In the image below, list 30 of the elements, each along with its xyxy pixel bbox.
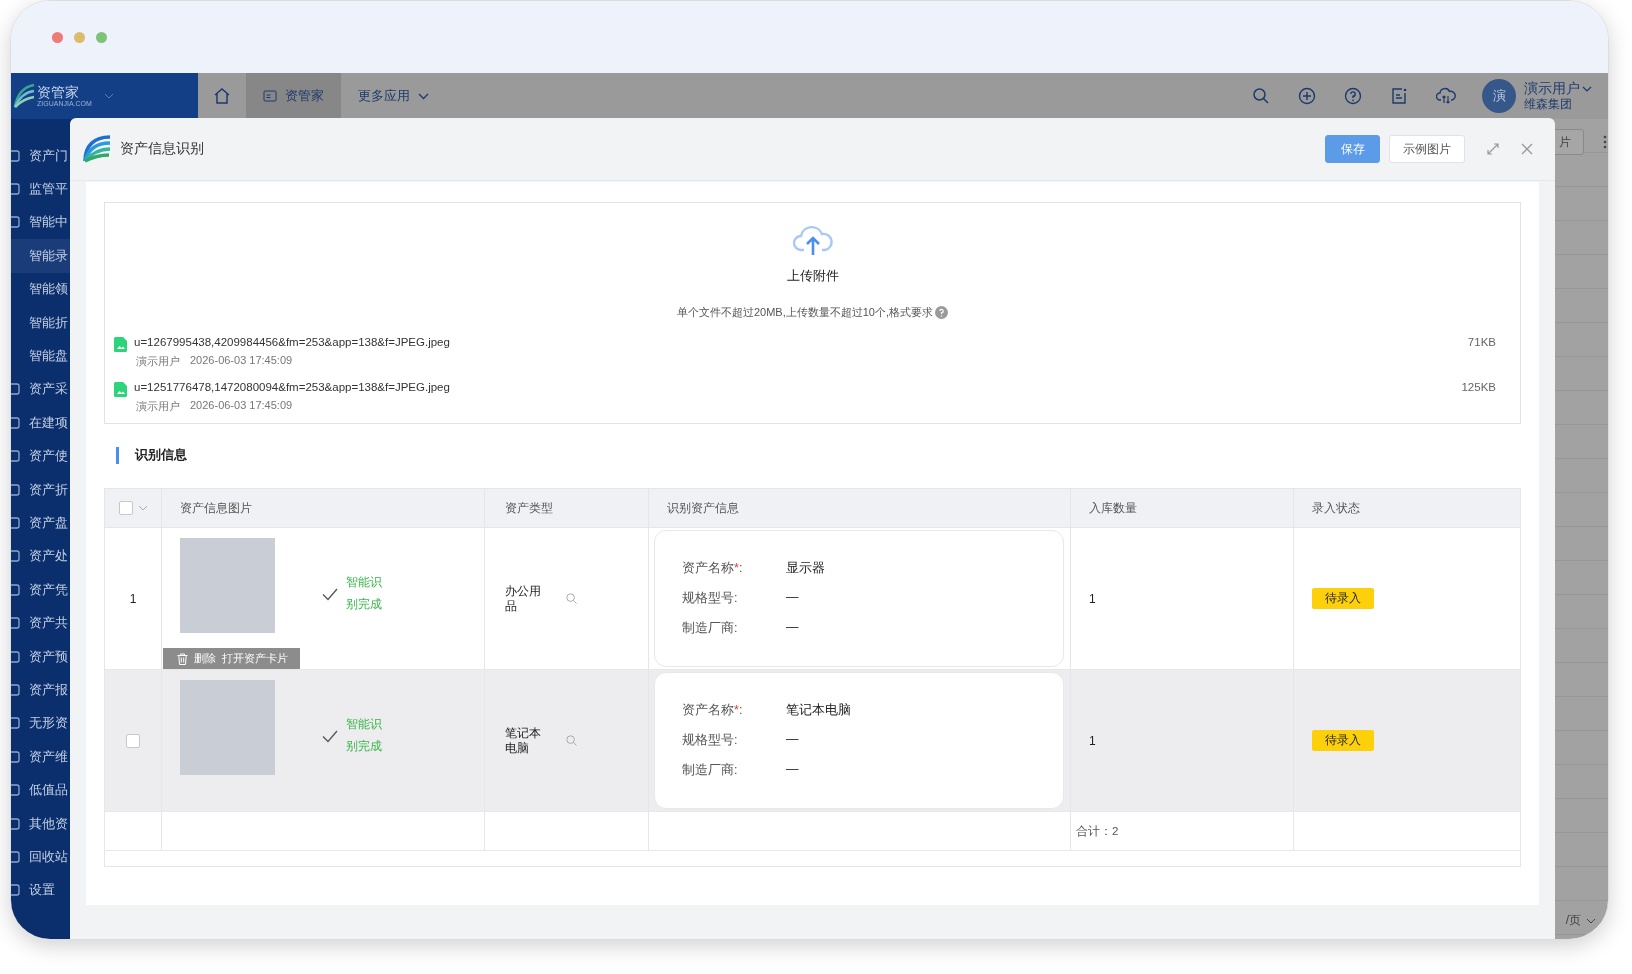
uploader-name: 演示用户 (136, 399, 180, 414)
uploader-name: 演示用户 (136, 354, 180, 369)
section-title: 识别信息 (135, 446, 187, 464)
upload-hint: 单个文件不超过20MB,上传数量不超过10个,格式要求 (676, 305, 934, 320)
quantity-value: 1 (1089, 733, 1096, 748)
status-tag: 待录入 (1312, 588, 1374, 609)
quantity-value: 1 (1089, 591, 1096, 606)
status-tag: 待录入 (1312, 730, 1374, 751)
file-size: 125KB (1461, 381, 1496, 393)
field-label: 资产名称*: (682, 702, 744, 719)
column-header: 录入状态 (1312, 500, 1360, 516)
upload-time: 2026-06-03 17:45:09 (190, 399, 293, 413)
modal-title: 资产信息识别 (120, 140, 204, 158)
row-number: 1 (129, 591, 137, 606)
field-label: 制造厂商: (682, 762, 739, 779)
field-label: 资产名称*: (682, 560, 744, 577)
file-size: 71KB (1467, 336, 1496, 348)
column-header: 资产信息图片 (180, 500, 252, 516)
field-label: 规格型号: (682, 590, 739, 607)
recognition-status: 智能识别完成 (346, 574, 383, 613)
column-header: 入库数量 (1089, 500, 1137, 516)
column-header: 识别资产信息 (667, 500, 739, 516)
upload-time: 2026-06-03 17:45:09 (190, 354, 293, 368)
logo-name: 资管家 (37, 85, 80, 99)
field-label: 制造厂商: (682, 620, 739, 637)
organization-name: 维森集团 (1524, 97, 1573, 112)
column-header: 资产类型 (505, 500, 553, 516)
recognition-status: 智能识别完成 (346, 716, 383, 755)
field-label: 规格型号: (682, 732, 739, 749)
total-count: 合计：2 (1076, 823, 1119, 839)
